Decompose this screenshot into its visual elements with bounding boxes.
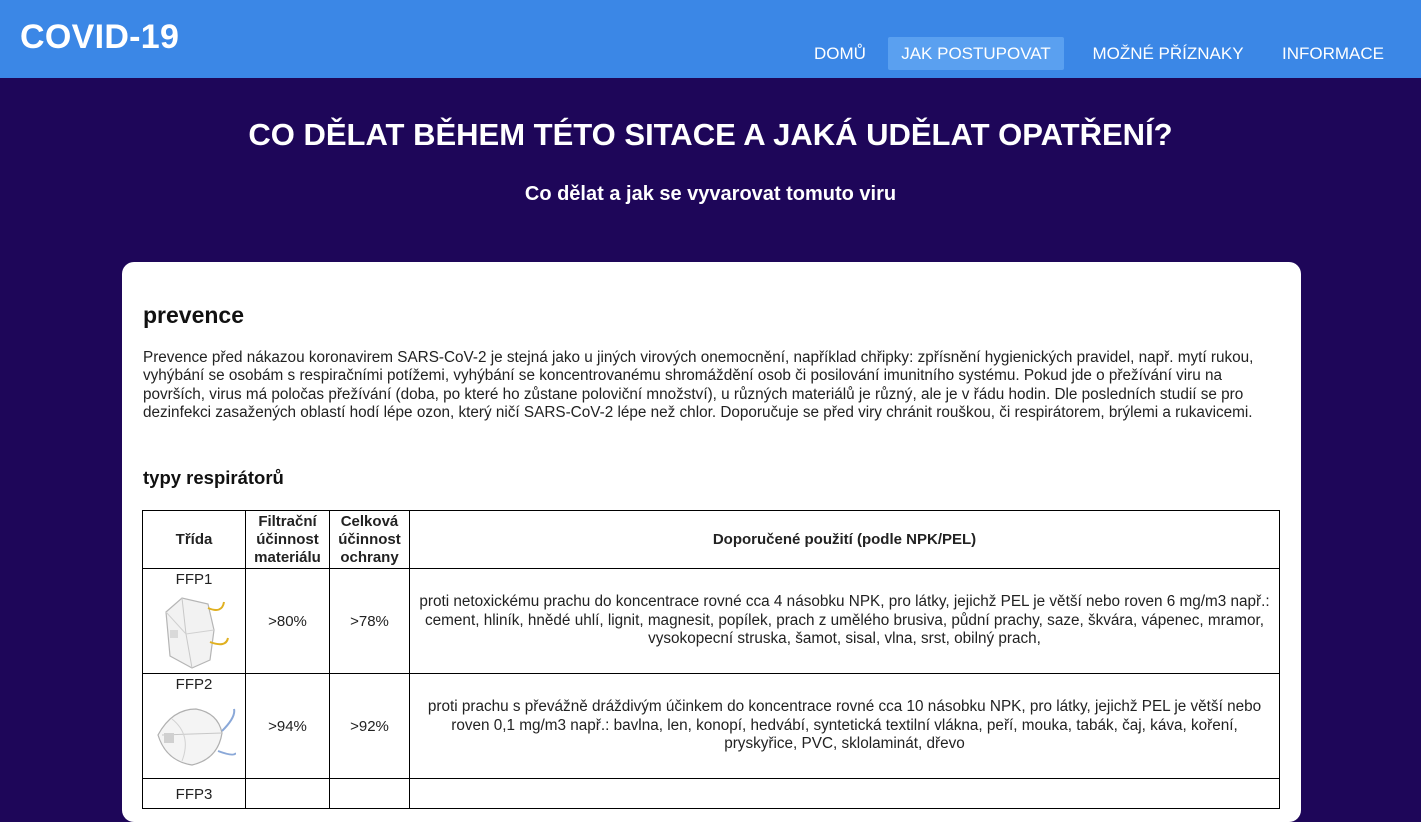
table-cell-use: proti prachu s převážně dráždivým účinke… xyxy=(409,673,1280,779)
prevence-paragraph: Prevence před nákazou koronavirem SARS-C… xyxy=(143,349,1254,421)
class-label: FFP1 xyxy=(175,571,213,588)
table-cell-total: >92% xyxy=(329,673,410,779)
table-cell-class: FFP1 xyxy=(142,568,246,674)
section-title-prevence: prevence xyxy=(143,302,245,328)
table-row: FFP1 >80% >78% proti netoxickému prachu … xyxy=(142,568,1280,674)
page-subtitle: Co dělat a jak se vyvarovat tomuto viru xyxy=(524,183,897,205)
respirator-table: Třída Filtrační účinnost materiálu Celko… xyxy=(142,510,1280,809)
table-cell-class: FFP2 xyxy=(142,673,246,779)
table-cell-use xyxy=(409,778,1280,809)
table-header-total: Celková účinnost ochrany xyxy=(329,510,410,569)
table-header-filter: Filtrační účinnost materiálu xyxy=(245,510,330,569)
site-logo[interactable]: COVID-19 xyxy=(20,18,179,57)
table-cell-use: proti netoxickému prachu do koncentrace … xyxy=(409,568,1280,674)
table-row: FFP2 >94% >92% proti prachu s převážně d… xyxy=(142,673,1280,779)
nav-item-domu[interactable]: DOMŮ xyxy=(799,37,881,70)
table-row: FFP3 xyxy=(142,778,1280,809)
table-header-use: Doporučené použití (podle NPK/PEL) xyxy=(409,510,1280,569)
section-title-respirator-types: typy respirátorů xyxy=(143,467,284,488)
respirator-mask-icon xyxy=(165,597,229,669)
content-card: prevence Prevence před nákazou koronavir… xyxy=(122,262,1301,822)
page-title: CO DĚLAT BĚHEM TÉTO SITACE A JAKÁ UDĚLAT… xyxy=(248,117,1173,152)
class-label: FFP2 xyxy=(175,676,213,693)
table-cell-filter: >94% xyxy=(245,673,330,779)
table-cell-filter: >80% xyxy=(245,568,330,674)
nav-item-mozne-priznaky[interactable]: MOŽNÉ PŘÍZNAKY xyxy=(1079,37,1257,70)
table-cell-total xyxy=(329,778,410,809)
table-cell-filter xyxy=(245,778,330,809)
table-header-row: Třída Filtrační účinnost materiálu Celko… xyxy=(142,510,1280,569)
respirator-mask-icon xyxy=(157,708,236,766)
top-navbar: COVID-19 DOMŮ JAK POSTUPOVAT MOŽNÉ PŘÍZN… xyxy=(0,0,1421,78)
class-label: FFP3 xyxy=(175,785,213,803)
table-cell-class: FFP3 xyxy=(142,778,246,809)
table-cell-total: >78% xyxy=(329,568,410,674)
table-header-class: Třída xyxy=(142,510,246,569)
nav-item-informace[interactable]: INFORMACE xyxy=(1271,37,1395,70)
nav-item-jak-postupovat[interactable]: JAK POSTUPOVAT xyxy=(888,37,1064,70)
